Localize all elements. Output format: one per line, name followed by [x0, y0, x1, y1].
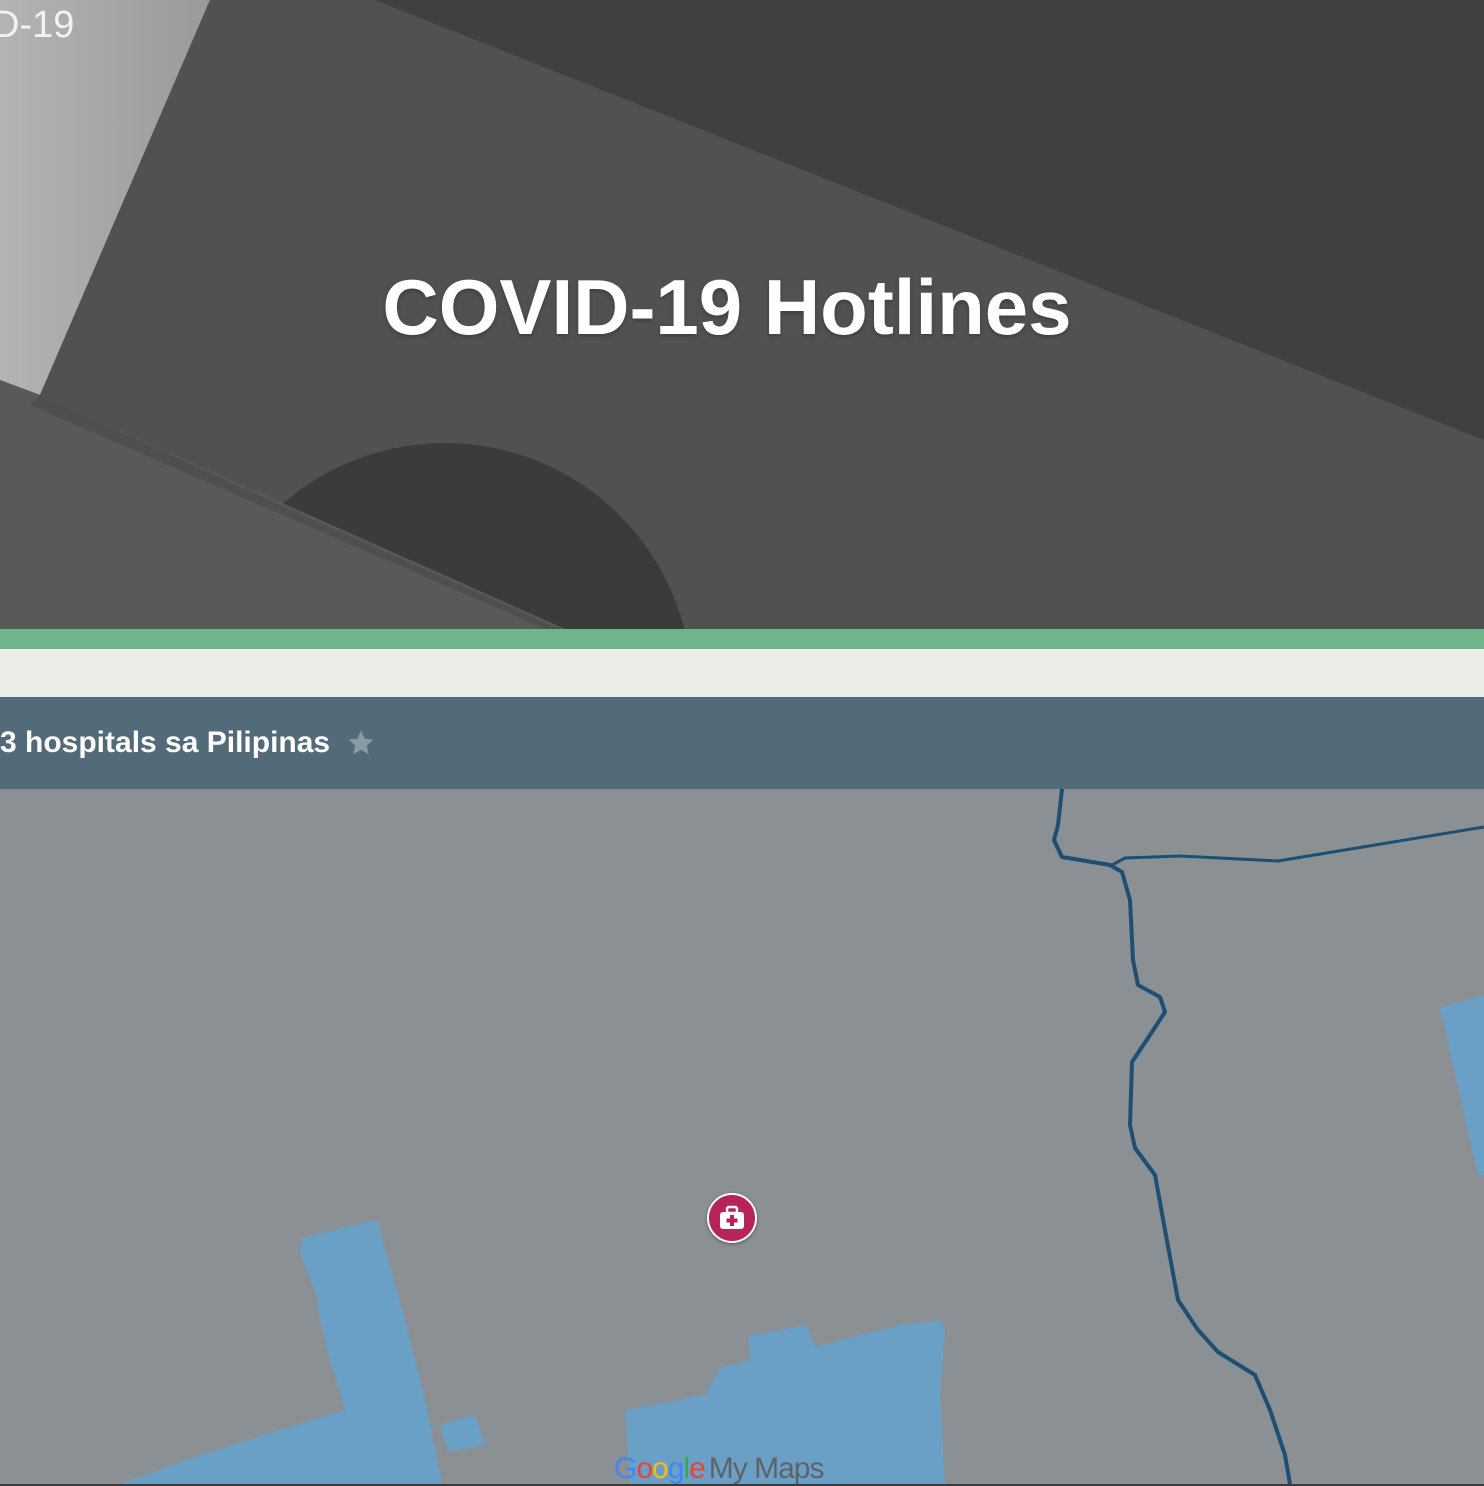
- embedded-map[interactable]: [0, 789, 1484, 1484]
- google-letter: G: [614, 1452, 637, 1485]
- my-maps-label: My Maps: [708, 1452, 825, 1485]
- map-canvas[interactable]: [0, 789, 1484, 1484]
- google-letter: o: [652, 1452, 669, 1485]
- section-spacer: [0, 649, 1484, 697]
- google-letter: g: [667, 1452, 685, 1485]
- google-my-maps-attribution[interactable]: Google My Maps: [614, 1452, 825, 1485]
- star-icon[interactable]: [346, 728, 376, 758]
- page-title: COVID-19 Hotlines: [382, 263, 1072, 351]
- google-letter: e: [689, 1452, 706, 1485]
- accent-divider: [0, 629, 1484, 649]
- map-header-bar: 3 hospitals sa Pilipinas: [0, 697, 1484, 789]
- hospital-marker[interactable]: [707, 1193, 757, 1243]
- hero-corner-text: D-19: [0, 4, 75, 46]
- google-letter: o: [636, 1452, 653, 1485]
- map-title[interactable]: 3 hospitals sa Pilipinas: [0, 726, 330, 760]
- hero-banner: D-19 COVID-19 Hotlines: [0, 0, 1484, 629]
- hospital-medkit-icon: [720, 1205, 744, 1229]
